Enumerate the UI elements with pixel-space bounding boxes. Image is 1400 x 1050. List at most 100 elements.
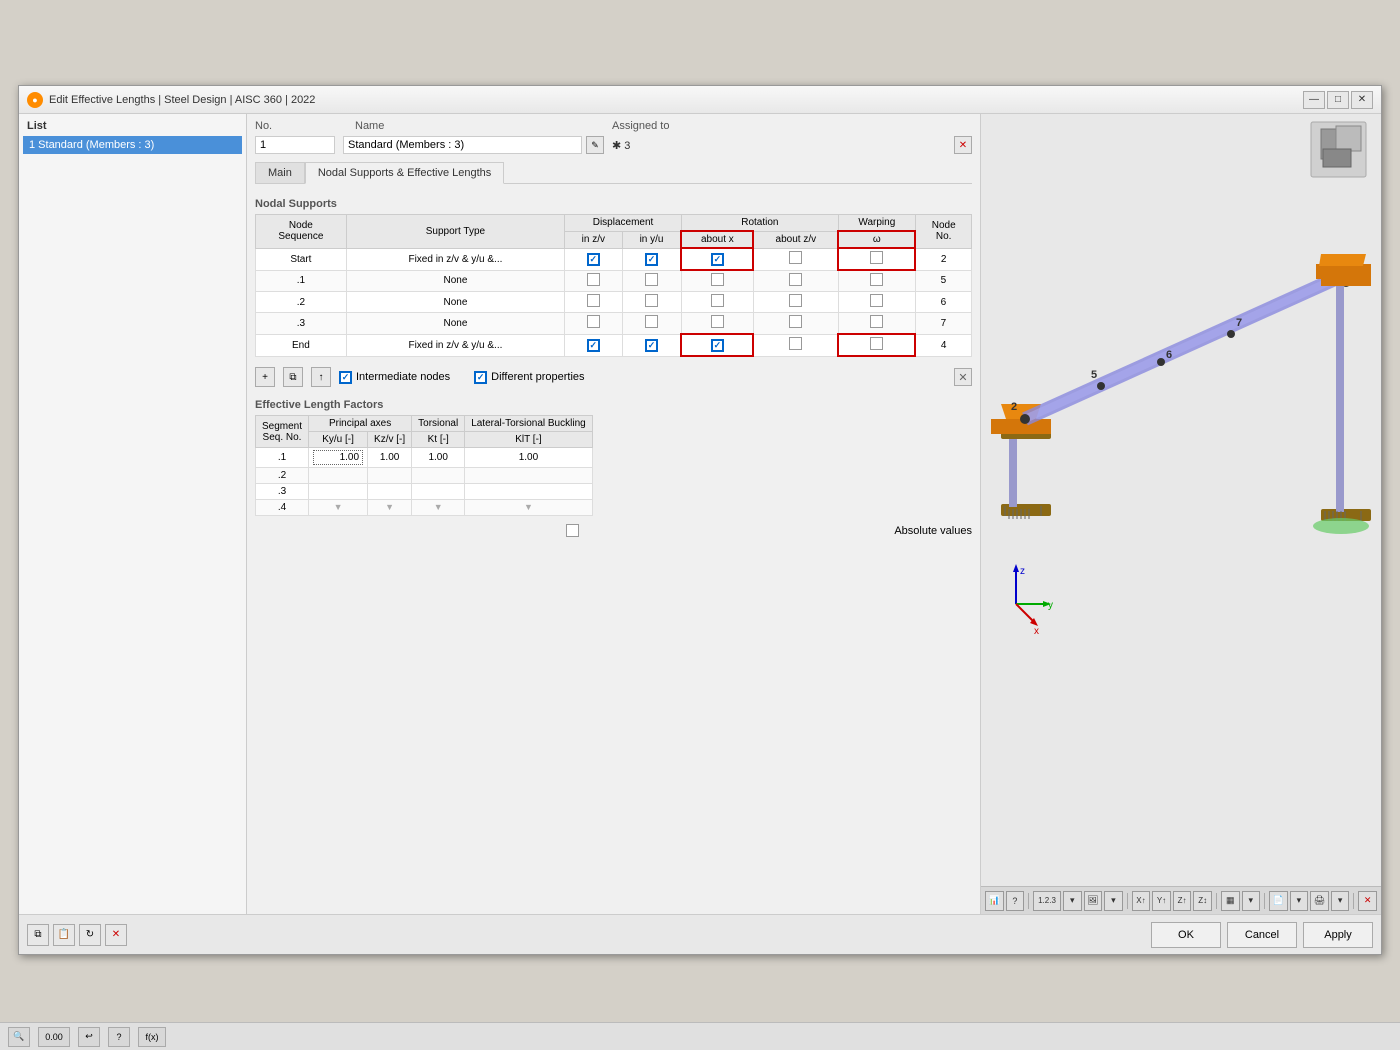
disp-inzv-2[interactable] (565, 292, 622, 313)
status-undo-btn[interactable]: ↩ (78, 1027, 100, 1047)
dismiss-button[interactable]: ✕ (954, 368, 972, 386)
vtb-close-view-btn[interactable]: ✕ (1358, 891, 1377, 911)
disp-inyv-end[interactable] (622, 334, 681, 356)
cancel-button[interactable]: Cancel (1227, 922, 1297, 948)
vtb-help-btn[interactable]: ? (1006, 891, 1025, 911)
elf-kt-2[interactable] (412, 468, 465, 484)
disp-inyv-3[interactable] (622, 313, 681, 335)
no-input[interactable] (255, 136, 335, 154)
vtb-grid-btn[interactable]: ▦ (1221, 891, 1240, 911)
col-rotation: Rotation (681, 215, 838, 232)
list-item[interactable]: 1 Standard (Members : 3) (23, 136, 242, 154)
dialog-buttons: OK Cancel Apply (1151, 922, 1373, 948)
support-type-end[interactable]: Fixed in z/v & y/u &... (346, 334, 564, 356)
elf-kyu-input-1[interactable] (313, 450, 363, 465)
rot-aboutx-2[interactable] (681, 292, 753, 313)
disp-inyv-start[interactable] (622, 248, 681, 270)
status-val-btn[interactable]: 0.00 (38, 1027, 70, 1047)
disp-inyv-1[interactable] (622, 270, 681, 292)
status-help-btn[interactable]: ? (108, 1027, 130, 1047)
elf-kzv-2[interactable] (368, 468, 412, 484)
warping-3[interactable] (838, 313, 915, 335)
svg-text:6: 6 (1166, 349, 1172, 361)
elf-kzv-1[interactable]: 1.00 (368, 448, 412, 468)
elf-klt-2[interactable] (465, 468, 593, 484)
elf-klt-3[interactable] (465, 484, 593, 500)
vtb-img-btn[interactable]: 🖼 (1084, 891, 1103, 911)
elf-kzv-4[interactable]: ▼ (368, 500, 412, 516)
warping-end[interactable] (838, 334, 915, 356)
delete-row-button[interactable]: ↑ (311, 367, 331, 387)
rot-aboutzv-2[interactable] (753, 292, 838, 313)
different-properties-checkbox[interactable] (474, 371, 487, 384)
rot-aboutx-1[interactable] (681, 270, 753, 292)
intermediate-nodes-checkbox-group[interactable]: Intermediate nodes (339, 371, 450, 384)
maximize-button[interactable]: □ (1327, 91, 1349, 109)
copy-btn[interactable]: ⧉ (27, 924, 49, 946)
rot-aboutx-end[interactable] (681, 334, 753, 356)
copy-row-button[interactable]: ⧉ (283, 367, 303, 387)
vtb-print-btn[interactable]: 🖨 (1310, 891, 1329, 911)
elf-kyu-3[interactable] (309, 484, 368, 500)
rot-aboutx-3[interactable] (681, 313, 753, 335)
support-type-1[interactable]: None (346, 270, 564, 292)
vtb-num-dropdown[interactable]: ▾ (1063, 891, 1082, 911)
disp-inzv-3[interactable] (565, 313, 622, 335)
tab-nodal[interactable]: Nodal Supports & Effective Lengths (305, 162, 504, 184)
vtb-doc-btn[interactable]: 📄 (1269, 891, 1288, 911)
intermediate-nodes-checkbox[interactable] (339, 371, 352, 384)
vtb-zup-btn[interactable]: Z↑ (1173, 891, 1192, 911)
vtb-zview-btn[interactable]: Z↕ (1193, 891, 1212, 911)
rot-aboutx-start[interactable] (681, 248, 753, 270)
disp-inzv-1[interactable] (565, 270, 622, 292)
elf-kt-4[interactable]: ▼ (412, 500, 465, 516)
vtb-grid-dropdown[interactable]: ▾ (1242, 891, 1261, 911)
different-properties-checkbox-group[interactable]: Different properties (474, 371, 584, 384)
disp-inzv-end[interactable] (565, 334, 622, 356)
elf-klt-1[interactable]: 1.00 (465, 448, 593, 468)
rot-aboutzv-3[interactable] (753, 313, 838, 335)
rot-aboutzv-1[interactable] (753, 270, 838, 292)
vtb-xup-btn[interactable]: X↑ (1132, 891, 1151, 911)
paste-btn[interactable]: 📋 (53, 924, 75, 946)
vtb-print-dropdown[interactable]: ▾ (1331, 891, 1350, 911)
add-row-button[interactable]: + (255, 367, 275, 387)
rot-aboutzv-start[interactable] (753, 248, 838, 270)
support-type-start[interactable]: Fixed in z/v & y/u &... (346, 248, 564, 270)
edit-name-button[interactable]: ✎ (586, 136, 604, 154)
delete-btn[interactable]: ✕ (105, 924, 127, 946)
elf-klt-4[interactable]: ▼ (465, 500, 593, 516)
apply-button[interactable]: Apply (1303, 922, 1373, 948)
remove-assigned-button[interactable]: ✕ (954, 136, 972, 154)
elf-kyu-2[interactable] (309, 468, 368, 484)
elf-kyu-1[interactable] (309, 448, 368, 468)
name-input[interactable] (343, 136, 582, 154)
refresh-btn[interactable]: ↻ (79, 924, 101, 946)
status-search-btn[interactable]: 🔍 (8, 1027, 30, 1047)
elf-kzv-3[interactable] (368, 484, 412, 500)
status-fx-btn[interactable]: f(x) (138, 1027, 166, 1047)
vtb-doc-dropdown[interactable]: ▾ (1290, 891, 1309, 911)
close-button[interactable]: ✕ (1351, 91, 1373, 109)
vtb-num-btn[interactable]: 1.2.3 (1033, 891, 1061, 911)
disp-inyv-2[interactable] (622, 292, 681, 313)
warping-1[interactable] (838, 270, 915, 292)
ok-button[interactable]: OK (1151, 922, 1221, 948)
support-type-2[interactable]: None (346, 292, 564, 313)
warping-2[interactable] (838, 292, 915, 313)
disp-inzv-start[interactable] (565, 248, 622, 270)
window-title: Edit Effective Lengths | Steel Design | … (49, 94, 1297, 106)
nodal-supports-header: Nodal Supports (255, 198, 972, 210)
tab-main[interactable]: Main (255, 162, 305, 183)
absolute-values-checkbox[interactable] (566, 524, 579, 537)
support-type-3[interactable]: None (346, 313, 564, 335)
minimize-button[interactable]: — (1303, 91, 1325, 109)
vtb-img-dropdown[interactable]: ▾ (1104, 891, 1123, 911)
elf-kyu-4[interactable]: ▼ (309, 500, 368, 516)
vtb-yup-btn[interactable]: Y↑ (1152, 891, 1171, 911)
rot-aboutzv-end[interactable] (753, 334, 838, 356)
warping-start[interactable] (838, 248, 915, 270)
elf-kt-1[interactable]: 1.00 (412, 448, 465, 468)
elf-kt-3[interactable] (412, 484, 465, 500)
vtb-chart-btn[interactable]: 📊 (985, 891, 1004, 911)
